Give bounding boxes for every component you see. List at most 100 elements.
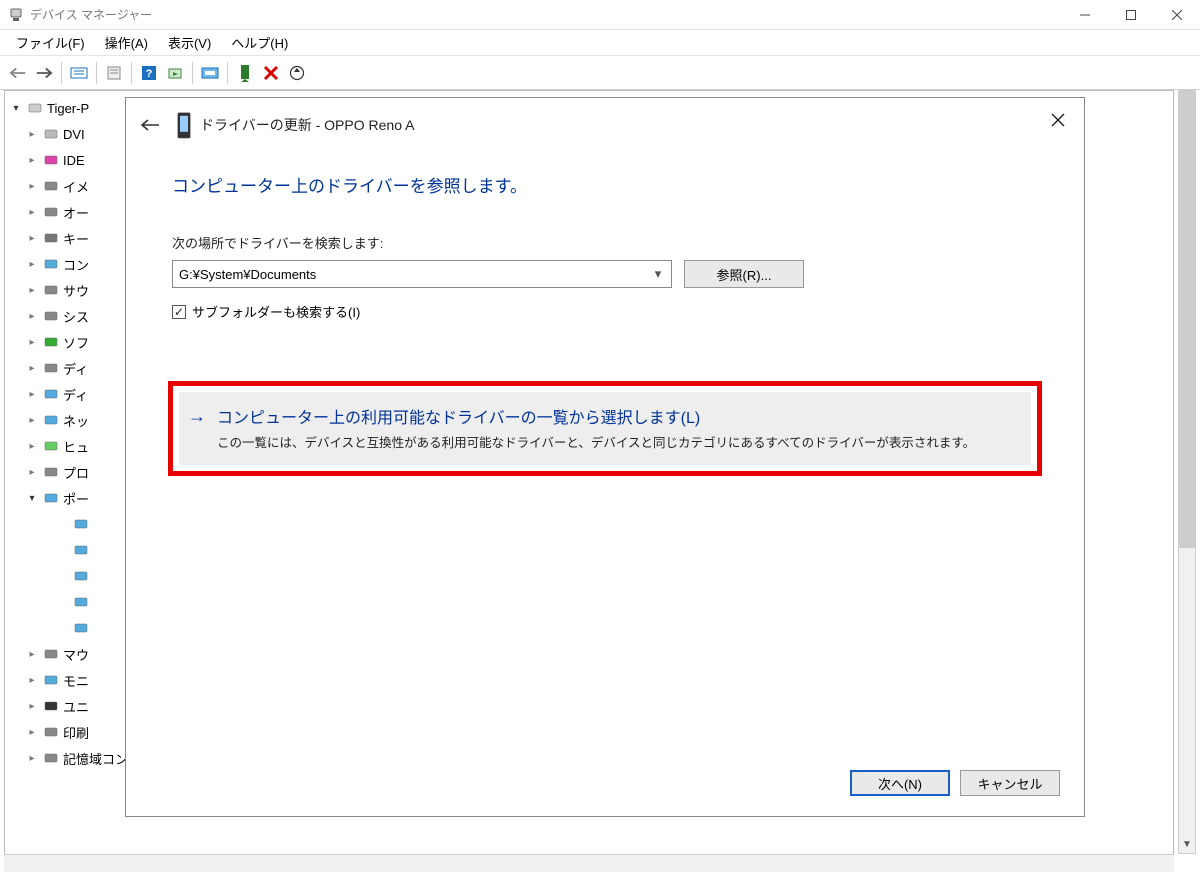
horizontal-scrollbar[interactable] bbox=[4, 854, 1174, 872]
tree-item-label: ディ bbox=[63, 385, 88, 404]
tree-item-label: ヒュ bbox=[63, 437, 89, 456]
dialog-heading: コンピューター上のドライバーを参照します。 bbox=[172, 172, 1038, 197]
driver-path-combo[interactable]: G:¥System¥Documents ▾ bbox=[172, 260, 672, 288]
browse-button[interactable]: 参照(R)... bbox=[684, 260, 804, 288]
scrollbar-thumb[interactable] bbox=[1179, 91, 1195, 548]
title-bar: デバイス マネージャー bbox=[0, 0, 1200, 30]
close-button[interactable] bbox=[1154, 0, 1200, 30]
tree-item-label: ソフ bbox=[63, 333, 89, 352]
device-category-icon bbox=[41, 125, 61, 143]
device-category-icon bbox=[41, 697, 61, 715]
tree-caret-icon[interactable] bbox=[25, 233, 39, 244]
device-category-icon bbox=[41, 177, 61, 195]
menu-help[interactable]: ヘルプ(H) bbox=[221, 30, 298, 55]
tree-caret-icon[interactable] bbox=[25, 389, 39, 400]
window-title: デバイス マネージャー bbox=[30, 6, 152, 23]
tree-caret-icon[interactable] bbox=[25, 363, 39, 374]
tree-item-label: マウ bbox=[63, 645, 89, 664]
tree-item-label: ネッ bbox=[63, 411, 89, 430]
tree-caret-icon[interactable] bbox=[25, 675, 39, 686]
tree-item-label: イメ bbox=[63, 177, 89, 196]
menu-file[interactable]: ファイル(F) bbox=[6, 30, 95, 55]
tree-caret-icon[interactable] bbox=[9, 103, 23, 114]
device-category-icon bbox=[41, 281, 61, 299]
dialog-back-button[interactable] bbox=[138, 113, 162, 137]
driver-path-value: G:¥System¥Documents bbox=[179, 267, 316, 282]
nav-back-button[interactable] bbox=[6, 61, 30, 85]
device-category-icon bbox=[25, 99, 45, 117]
tree-caret-icon[interactable] bbox=[25, 207, 39, 218]
device-category-icon bbox=[41, 645, 61, 663]
chevron-down-icon[interactable]: ▾ bbox=[649, 265, 667, 283]
tree-caret-icon[interactable] bbox=[25, 129, 39, 140]
device-category-icon bbox=[41, 749, 61, 767]
tree-item-label: Tiger-P bbox=[47, 101, 89, 116]
tree-item-label: 印刷 bbox=[63, 723, 89, 742]
minimize-button[interactable] bbox=[1062, 0, 1108, 30]
pick-from-list-option[interactable]: → コンピューター上の利用可能なドライバーの一覧から選択します(L) この一覧に… bbox=[179, 392, 1031, 465]
help-button[interactable]: ? bbox=[137, 61, 161, 85]
tree-caret-icon[interactable] bbox=[25, 727, 39, 738]
tree-caret-icon[interactable] bbox=[25, 649, 39, 660]
vertical-scrollbar[interactable]: ▲ ▼ bbox=[1178, 90, 1196, 854]
highlighted-choice: → コンピューター上の利用可能なドライバーの一覧から選択します(L) この一覧に… bbox=[168, 381, 1042, 476]
tree-caret-icon[interactable] bbox=[25, 701, 39, 712]
device-category-icon bbox=[71, 541, 91, 559]
device-category-icon bbox=[41, 411, 61, 429]
tree-caret-icon[interactable] bbox=[25, 311, 39, 322]
enable-device-button[interactable] bbox=[233, 61, 257, 85]
device-category-icon bbox=[41, 255, 61, 273]
tree-caret-icon[interactable] bbox=[25, 181, 39, 192]
tree-caret-icon[interactable] bbox=[25, 415, 39, 426]
menu-action[interactable]: 操作(A) bbox=[95, 30, 158, 55]
tree-item-label: キー bbox=[63, 229, 89, 248]
device-category-icon bbox=[41, 307, 61, 325]
device-category-icon bbox=[41, 385, 61, 403]
main-area: Tiger-PDVIIDEイメオーキーコンサウシスソフディディネッヒュプロポーマ… bbox=[0, 90, 1200, 878]
arrow-right-icon: → bbox=[187, 406, 207, 427]
tree-caret-icon[interactable] bbox=[25, 155, 39, 166]
tree-caret-icon[interactable] bbox=[25, 493, 39, 504]
uninstall-device-button[interactable] bbox=[259, 61, 283, 85]
device-icon bbox=[176, 114, 192, 136]
tree-item-label: IDE bbox=[63, 153, 85, 168]
device-category-icon bbox=[41, 489, 61, 507]
scan-hardware-button[interactable] bbox=[285, 61, 309, 85]
toolbar: ? bbox=[0, 56, 1200, 90]
device-category-icon bbox=[71, 593, 91, 611]
scan-button[interactable] bbox=[163, 61, 187, 85]
tree-caret-icon[interactable] bbox=[25, 285, 39, 296]
scroll-down-icon[interactable]: ▼ bbox=[1179, 835, 1195, 853]
cancel-button[interactable]: キャンセル bbox=[960, 770, 1060, 796]
tree-item-label: ポー bbox=[63, 489, 89, 508]
tree-item-label: サウ bbox=[63, 281, 89, 300]
update-driver-dialog: ドライバーの更新 - OPPO Reno A コンピューター上のドライバーを参照… bbox=[125, 97, 1085, 817]
nav-forward-button[interactable] bbox=[32, 61, 56, 85]
tree-caret-icon[interactable] bbox=[25, 259, 39, 270]
tree-caret-icon[interactable] bbox=[25, 753, 39, 764]
device-category-icon bbox=[71, 619, 91, 637]
properties-button[interactable] bbox=[102, 61, 126, 85]
update-driver-button[interactable] bbox=[198, 61, 222, 85]
tree-item-label: ディ bbox=[63, 359, 88, 378]
tree-item-label: モニ bbox=[63, 671, 89, 690]
include-subfolders-checkbox[interactable] bbox=[172, 305, 186, 319]
tree-item-label: コン bbox=[63, 255, 89, 274]
tree-item-label: プロ bbox=[63, 463, 89, 482]
tree-caret-icon[interactable] bbox=[25, 441, 39, 452]
tree-caret-icon[interactable] bbox=[25, 467, 39, 478]
tree-item-label: ユニ bbox=[63, 697, 89, 716]
show-hidden-button[interactable] bbox=[67, 61, 91, 85]
device-category-icon bbox=[71, 515, 91, 533]
device-category-icon bbox=[41, 333, 61, 351]
device-category-icon bbox=[41, 463, 61, 481]
dialog-close-button[interactable] bbox=[1044, 106, 1072, 134]
next-button[interactable]: 次へ(N) bbox=[850, 770, 950, 796]
device-category-icon bbox=[41, 723, 61, 741]
tree-item-label: シス bbox=[63, 307, 89, 326]
menu-view[interactable]: 表示(V) bbox=[158, 30, 221, 55]
device-tree-panel: Tiger-PDVIIDEイメオーキーコンサウシスソフディディネッヒュプロポーマ… bbox=[4, 90, 1174, 872]
tree-caret-icon[interactable] bbox=[25, 337, 39, 348]
maximize-button[interactable] bbox=[1108, 0, 1154, 30]
device-category-icon bbox=[41, 203, 61, 221]
